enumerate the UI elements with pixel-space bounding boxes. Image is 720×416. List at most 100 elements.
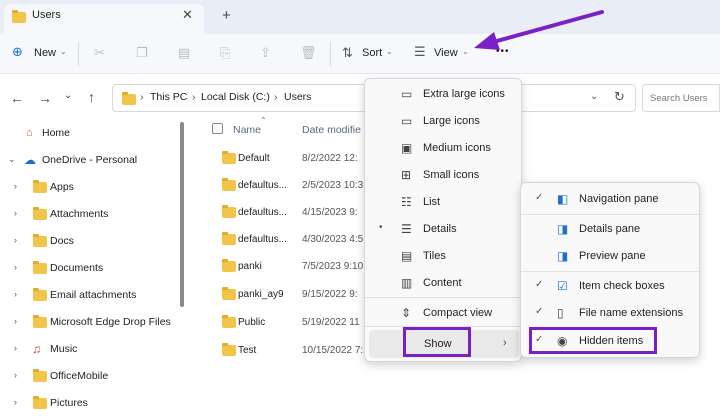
up-icon[interactable]: ↑ <box>88 89 95 105</box>
sidebar-item-attachments[interactable]: › Attachments <box>0 201 190 227</box>
monitor-icon: ▭ <box>401 87 413 101</box>
delete-icon[interactable]: 🗑 <box>300 45 317 61</box>
column-header-name[interactable]: Name <box>233 124 261 136</box>
sidebar-item-home[interactable]: ⌂ Home <box>0 120 190 146</box>
menu-divider <box>365 297 521 298</box>
recent-chevron-icon[interactable]: ⌄ <box>64 90 72 101</box>
menu-item-label: Item check boxes <box>579 280 665 292</box>
menu-item-small-icons[interactable]: ⊞ Small icons <box>365 162 521 188</box>
sort-button[interactable]: Sort <box>362 47 382 59</box>
folder-icon <box>222 232 236 245</box>
address-chevron-icon[interactable]: ⌄ <box>590 91 598 102</box>
chevron-right-icon[interactable]: › <box>14 370 17 380</box>
menu-item-tiles[interactable]: ▤ Tiles <box>365 243 521 269</box>
sort-chevron-icon: ⌄ <box>386 47 393 56</box>
cut-icon[interactable]: ✂ <box>94 45 105 61</box>
tab-close-icon[interactable]: ✕ <box>182 7 193 23</box>
share-icon[interactable]: ⇪ <box>260 45 271 61</box>
menu-item-navigation-pane[interactable]: ✓ ◧ Navigation pane <box>521 186 699 212</box>
back-icon[interactable]: ← <box>10 90 24 106</box>
chevron-right-icon[interactable]: › <box>14 208 17 218</box>
refresh-icon[interactable]: ↻ <box>614 89 625 105</box>
check-icon: ✓ <box>535 192 544 203</box>
sidebar-scrollbar[interactable] <box>180 122 184 307</box>
file-name: Public <box>238 317 266 328</box>
table-row[interactable]: defaultus... 4/30/2023 4:5 <box>212 227 372 254</box>
sort-icon[interactable]: ⇅ <box>342 45 353 61</box>
details-icon: ☰ <box>401 222 412 236</box>
table-row[interactable]: panki 7/5/2023 9:10 <box>212 254 372 281</box>
menu-item-content[interactable]: ▥ Content <box>365 270 521 296</box>
chevron-right-icon[interactable]: › <box>14 181 17 191</box>
list-icon: ☷ <box>401 195 412 209</box>
breadcrumb-this-pc[interactable]: This PC <box>150 91 187 103</box>
sidebar-item-edge-drop-files[interactable]: › Microsoft Edge Drop Files <box>0 309 190 335</box>
rename-icon[interactable]: ⎘ <box>220 45 230 61</box>
new-button[interactable]: New <box>34 47 56 59</box>
breadcrumb-users[interactable]: Users <box>284 91 311 103</box>
home-icon: ⌂ <box>26 127 33 139</box>
chevron-right-icon: › <box>503 337 507 349</box>
table-row[interactable]: defaultus... 4/15/2023 9: <box>212 200 372 227</box>
view-icon[interactable]: ☰ <box>414 44 426 60</box>
menu-item-details-pane[interactable]: ◨ Details pane <box>521 216 699 242</box>
monitor-icon: ▭ <box>401 114 413 128</box>
menu-item-label: Large icons <box>423 115 480 127</box>
copy-icon[interactable]: ❐ <box>136 45 148 61</box>
folder-icon <box>33 288 47 301</box>
menu-item-compact-view[interactable]: ⇕ Compact view <box>365 300 521 326</box>
chevron-right-icon[interactable]: › <box>14 235 17 245</box>
menu-item-large-icons[interactable]: ▭ Large icons <box>365 108 521 134</box>
menu-item-label: Small icons <box>423 169 480 181</box>
divider <box>78 42 79 66</box>
sidebar-item-pictures[interactable]: › Pictures <box>0 390 190 416</box>
new-tab-icon[interactable]: + <box>222 7 231 24</box>
sidebar-item-officemobile[interactable]: › OfficeMobile <box>0 363 190 389</box>
paste-icon[interactable]: ▤ <box>178 45 190 61</box>
sidebar-item-onedrive[interactable]: ⌄ ☁ OneDrive - Personal <box>0 147 190 173</box>
column-header-date[interactable]: Date modifie <box>302 124 361 136</box>
file-date: 10/15/2022 7: <box>302 345 364 356</box>
new-chevron-icon: ⌄ <box>60 47 67 56</box>
menu-item-details[interactable]: • ☰ Details <box>365 216 521 242</box>
search-placeholder: Search Users <box>650 93 708 104</box>
new-plus-icon[interactable]: ⊕ <box>12 44 23 60</box>
menu-item-extra-large-icons[interactable]: ▭ Extra large icons <box>365 81 521 107</box>
medium-icons-icon: ▣ <box>401 141 413 155</box>
chevron-down-icon[interactable]: ⌄ <box>8 154 16 165</box>
menu-item-label: Navigation pane <box>579 193 659 205</box>
sidebar-item-apps[interactable]: › Apps <box>0 174 190 200</box>
cloud-icon: ☁ <box>24 153 36 167</box>
menu-item-list[interactable]: ☷ List <box>365 189 521 215</box>
sidebar-item-label: Music <box>50 343 78 355</box>
folder-icon <box>122 92 136 105</box>
chevron-right-icon[interactable]: › <box>14 316 17 326</box>
chevron-right-icon[interactable]: › <box>14 343 17 353</box>
table-row[interactable]: defaultus... 2/5/2023 10:3 <box>212 173 372 200</box>
sidebar-item-docs[interactable]: › Docs <box>0 228 190 254</box>
file-name: defaultus... <box>238 180 287 191</box>
forward-icon[interactable]: → <box>38 90 52 106</box>
menu-item-preview-pane[interactable]: ◨ Preview pane <box>521 243 699 269</box>
sidebar-item-documents[interactable]: › Documents <box>0 255 190 281</box>
chevron-right-icon[interactable]: › <box>14 262 17 272</box>
sidebar-item-music[interactable]: › ♫ Music <box>0 336 190 362</box>
file-date: 7/5/2023 9:10 <box>302 261 364 272</box>
table-row[interactable]: panki_ay9 9/15/2022 9: <box>212 282 372 309</box>
table-row[interactable]: Default 8/2/2022 12: <box>212 146 372 173</box>
table-row[interactable]: Public 5/19/2022 11 <box>212 310 372 337</box>
table-row[interactable]: Test 10/15/2022 7: <box>212 338 372 365</box>
breadcrumb-local-disk[interactable]: Local Disk (C:) <box>201 91 270 103</box>
chevron-right-icon[interactable]: › <box>14 289 17 299</box>
menu-item-file-name-extensions[interactable]: ✓ ▯ File name extensions <box>521 300 699 326</box>
view-button[interactable]: View <box>434 47 458 59</box>
menu-item-medium-icons[interactable]: ▣ Medium icons <box>365 135 521 161</box>
menu-item-item-check-boxes[interactable]: ✓ ☑ Item check boxes <box>521 273 699 299</box>
sidebar-item-email-attachments[interactable]: › Email attachments <box>0 282 190 308</box>
file-name: Test <box>238 345 257 356</box>
chevron-right-icon[interactable]: › <box>14 397 17 407</box>
select-all-checkbox[interactable] <box>212 123 223 134</box>
sidebar-item-label: Docs <box>50 235 74 247</box>
music-icon: ♫ <box>32 342 41 356</box>
breadcrumb-separator-icon: › <box>274 91 278 103</box>
